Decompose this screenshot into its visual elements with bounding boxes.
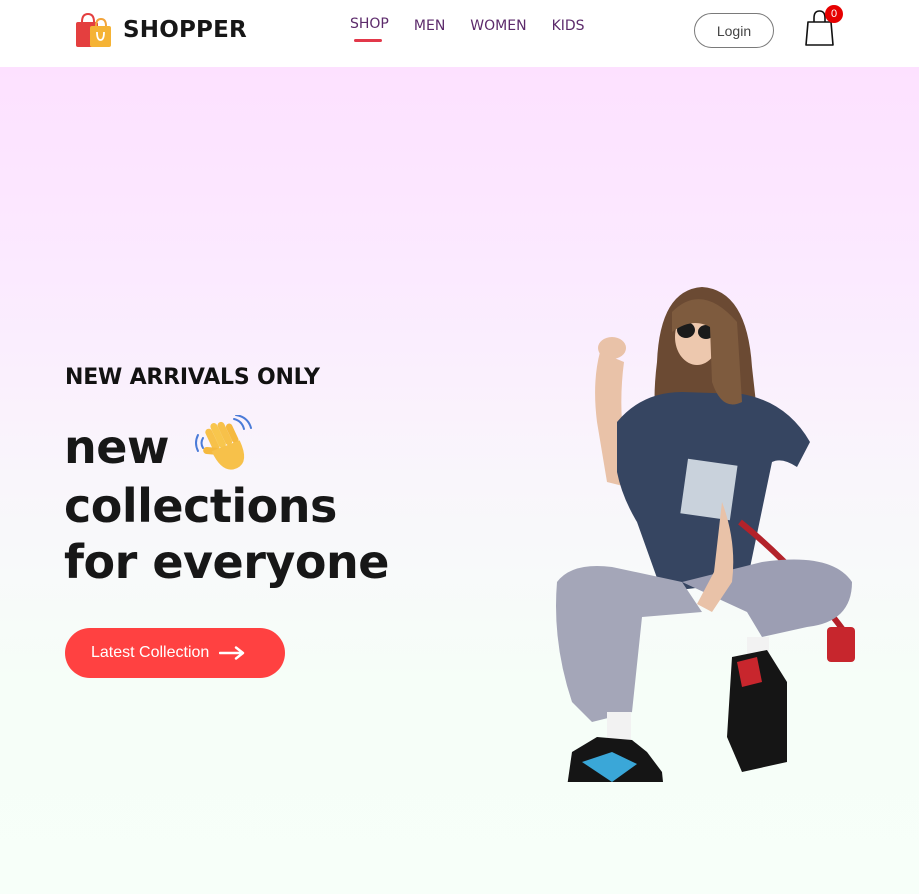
nav-item-label: MEN	[413, 18, 446, 34]
logo-text: SHOPPER	[123, 17, 247, 43]
nav-menu: SHOP MEN WOMEN KIDS	[350, 16, 585, 42]
nav-item-label: KIDS	[551, 18, 585, 34]
arrow-right-icon	[219, 646, 245, 660]
cart-button[interactable]: 0	[804, 5, 843, 46]
hero-model-image	[556, 287, 855, 782]
hero-tagline: NEW ARRIVALS ONLY	[65, 365, 320, 390]
nav-item-kids[interactable]: KIDS	[552, 18, 585, 34]
nav-item-shop[interactable]: SHOP	[350, 16, 389, 42]
shopping-bags-icon	[76, 12, 111, 47]
navbar: SHOPPER SHOP MEN WOMEN KIDS Login 0	[0, 0, 919, 67]
logo[interactable]: SHOPPER	[75, 12, 247, 48]
latest-collection-button[interactable]: Latest Collection	[65, 628, 285, 678]
login-button[interactable]: Login	[694, 13, 774, 48]
hero-heading-line-1: new	[64, 420, 169, 474]
hero-heading-line-3: for everyone	[64, 535, 389, 589]
hero-section: NEW ARRIVALS ONLY new collections for ev…	[0, 67, 919, 894]
cart-count-badge: 0	[825, 5, 843, 23]
latest-collection-label: Latest Collection	[91, 644, 210, 661]
nav-item-men[interactable]: MEN	[414, 18, 445, 34]
active-nav-underline	[354, 39, 382, 42]
nav-item-label: SHOP	[350, 16, 389, 32]
nav-item-women[interactable]: WOMEN	[470, 18, 526, 34]
hero-heading-line-2: collections	[64, 479, 337, 533]
nav-item-label: WOMEN	[470, 18, 527, 34]
waving-hand-icon	[195, 415, 252, 470]
